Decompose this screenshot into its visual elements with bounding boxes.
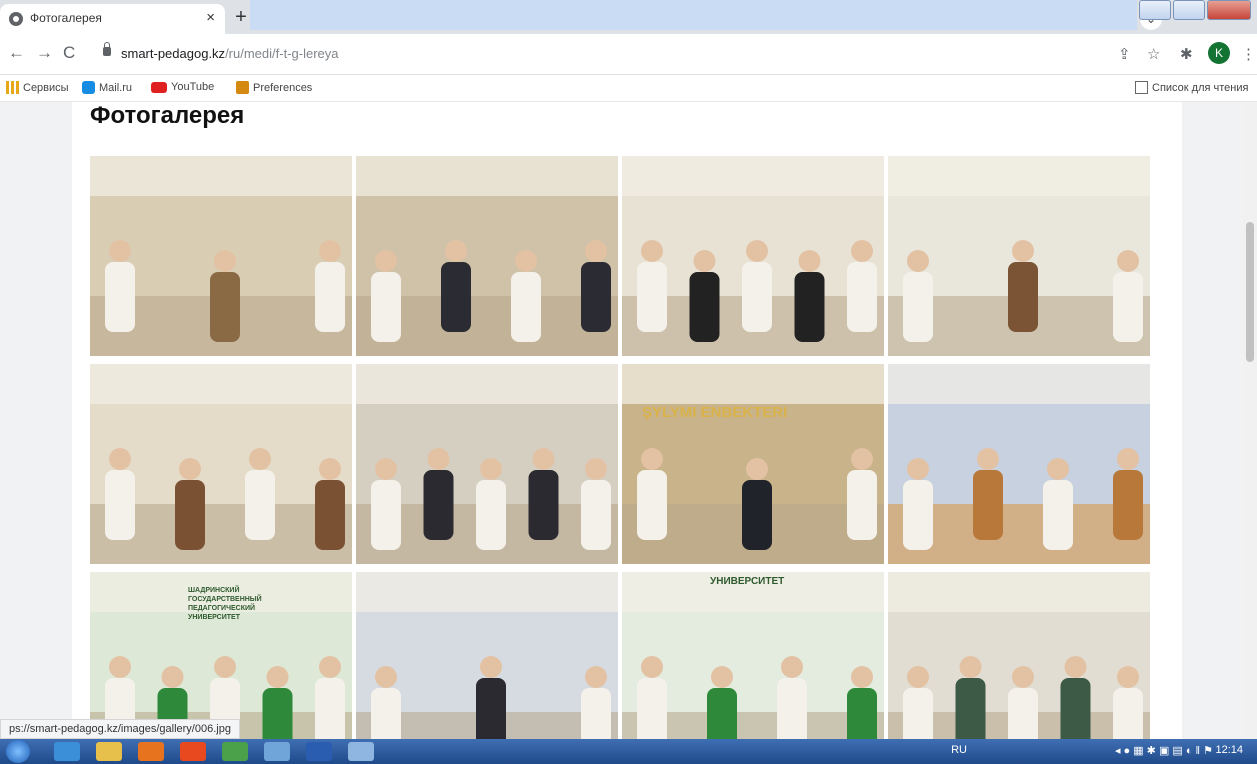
ie-icon[interactable] <box>54 742 80 761</box>
gallery-photo-9[interactable]: ШАДРИНСКИЙ ГОСУДАРСТВЕННЫЙ ПЕДАГОГИЧЕСКИ… <box>90 572 352 739</box>
photo-image <box>356 572 618 739</box>
folder-app-icon[interactable] <box>264 742 290 761</box>
photo-image <box>888 364 1150 564</box>
profile-avatar[interactable]: K <box>1208 42 1230 64</box>
menu-icon[interactable]: ⋮ <box>1241 45 1256 63</box>
photo-image <box>356 364 618 564</box>
bookmark-preferences[interactable]: Preferences <box>236 81 312 94</box>
photo-image <box>356 156 618 356</box>
url-path: /ru/medi/f-t-g-lereya <box>225 46 339 61</box>
wall-lettering: ŞYLYMI ENBEKTERI <box>642 404 788 421</box>
bookmark-services[interactable]: Сервисы <box>6 81 69 94</box>
globe-icon <box>9 12 23 26</box>
bookmark-mailru[interactable]: Mail.ru <box>82 81 132 94</box>
gallery-photo-6[interactable] <box>356 364 618 564</box>
photo-image <box>622 156 884 356</box>
bookmark-youtube[interactable]: YouTube <box>151 81 214 93</box>
scrollbar[interactable] <box>1243 102 1257 739</box>
gallery-photo-4[interactable] <box>888 156 1150 356</box>
clock[interactable]: 12:14 <box>1215 744 1243 756</box>
bookmark-label: Mail.ru <box>99 81 133 94</box>
forward-icon[interactable]: → <box>36 43 53 63</box>
maximize-button[interactable] <box>1173 0 1205 20</box>
reload-icon[interactable]: C <box>63 43 75 63</box>
gallery-photo-10[interactable] <box>356 572 618 739</box>
tab-close-button[interactable]: × <box>206 9 215 26</box>
photo-image <box>90 364 352 564</box>
browser-toolbar: ← → C smart-pedagog.kz/ru/medi/f-t-g-ler… <box>0 34 1257 75</box>
firefox-icon[interactable] <box>180 742 206 761</box>
apps-grid-icon <box>6 81 19 94</box>
window-app-icon[interactable] <box>348 742 374 761</box>
url-text: smart-pedagog.kz/ru/medi/f-t-g-lereya <box>121 46 338 61</box>
reading-list-icon <box>1135 81 1148 94</box>
gallery-photo-5[interactable] <box>90 364 352 564</box>
chrome-icon[interactable] <box>222 742 248 761</box>
university-banner-title: УНИВЕРСИТЕТ <box>710 576 785 587</box>
reading-list-button[interactable]: Список для чтения <box>1135 81 1248 94</box>
windows-taskbar: RU ◂ ● ▦ ✱ ▣ ▤ ◐ ‖ ⚑ 12:14 <box>0 739 1257 764</box>
media-player-icon[interactable] <box>138 742 164 761</box>
gallery-photo-7[interactable]: ŞYLYMI ENBEKTERI <box>622 364 884 564</box>
address-bar[interactable]: smart-pedagog.kz/ru/medi/f-t-g-lereya <box>95 39 1115 69</box>
star-icon[interactable]: ☆ <box>1147 45 1160 63</box>
photo-gallery-grid: ŞYLYMI ENBEKTERI ШАДРИНСКИЙ ГОСУДАРСТВЕНН… <box>90 156 1150 739</box>
browser-tab[interactable]: Фотогалерея × <box>0 4 225 34</box>
scrollbar-thumb[interactable] <box>1246 222 1254 362</box>
window-controls <box>1139 0 1251 20</box>
bookmark-label: YouTube <box>171 81 215 93</box>
bookmark-label: Сервисы <box>23 81 69 94</box>
start-button[interactable] <box>6 740 30 763</box>
close-window-button[interactable] <box>1207 0 1251 20</box>
preferences-icon <box>236 81 249 94</box>
word-icon[interactable] <box>306 742 332 761</box>
minimize-button[interactable] <box>1139 0 1171 20</box>
photo-image <box>888 572 1150 739</box>
photo-image <box>622 364 884 564</box>
youtube-icon <box>151 81 167 93</box>
university-banner-text: ШАДРИНСКИЙ ГОСУДАРСТВЕННЫЙ ПЕДАГОГИЧЕСКИ… <box>188 587 262 621</box>
back-icon[interactable]: ← <box>8 43 25 63</box>
gallery-photo-3[interactable] <box>622 156 884 356</box>
url-host: smart-pedagog.kz <box>121 46 226 61</box>
tab-title: Фотогалерея <box>30 11 102 25</box>
photo-image <box>888 156 1150 356</box>
bookmark-label: Preferences <box>253 81 313 94</box>
tab-strip-title-area <box>250 0 1137 30</box>
language-indicator[interactable]: RU <box>951 744 967 756</box>
page-body: Фотогалерея ŞYLYMI ENBEKTERI ШАДРИНСКИЙ Г… <box>72 102 1182 739</box>
extensions-icon[interactable]: ✱ <box>1180 45 1193 63</box>
share-icon[interactable]: ⇪ <box>1118 45 1131 63</box>
reading-list-label: Список для чтения <box>1152 81 1249 94</box>
lock-icon <box>103 42 111 56</box>
photo-image <box>90 156 352 356</box>
mailru-icon <box>82 81 95 94</box>
photo-image <box>622 572 884 739</box>
gallery-photo-11[interactable]: УНИВЕРСИТЕТ <box>622 572 884 739</box>
gallery-photo-12[interactable] <box>888 572 1150 739</box>
page-title: Фотогалерея <box>90 102 245 129</box>
gallery-photo-2[interactable] <box>356 156 618 356</box>
gallery-photo-8[interactable] <box>888 364 1150 564</box>
new-tab-button[interactable]: + <box>230 6 252 28</box>
tab-strip: Фотогалерея × + ⌄ <box>0 0 1257 34</box>
tray-icons[interactable]: ◂ ● ▦ ✱ ▣ ▤ ◐ ‖ ⚑ <box>1115 744 1213 757</box>
status-link-preview: ps://smart-pedagog.kz/images/gallery/006… <box>0 719 240 739</box>
explorer-icon[interactable] <box>96 742 122 761</box>
bookmarks-bar: Сервисы Mail.ru YouTube Preferences Спис… <box>0 75 1257 102</box>
page-viewport: Фотогалерея ŞYLYMI ENBEKTERI ШАДРИНСКИЙ Г… <box>0 102 1257 739</box>
gallery-photo-1[interactable] <box>90 156 352 356</box>
